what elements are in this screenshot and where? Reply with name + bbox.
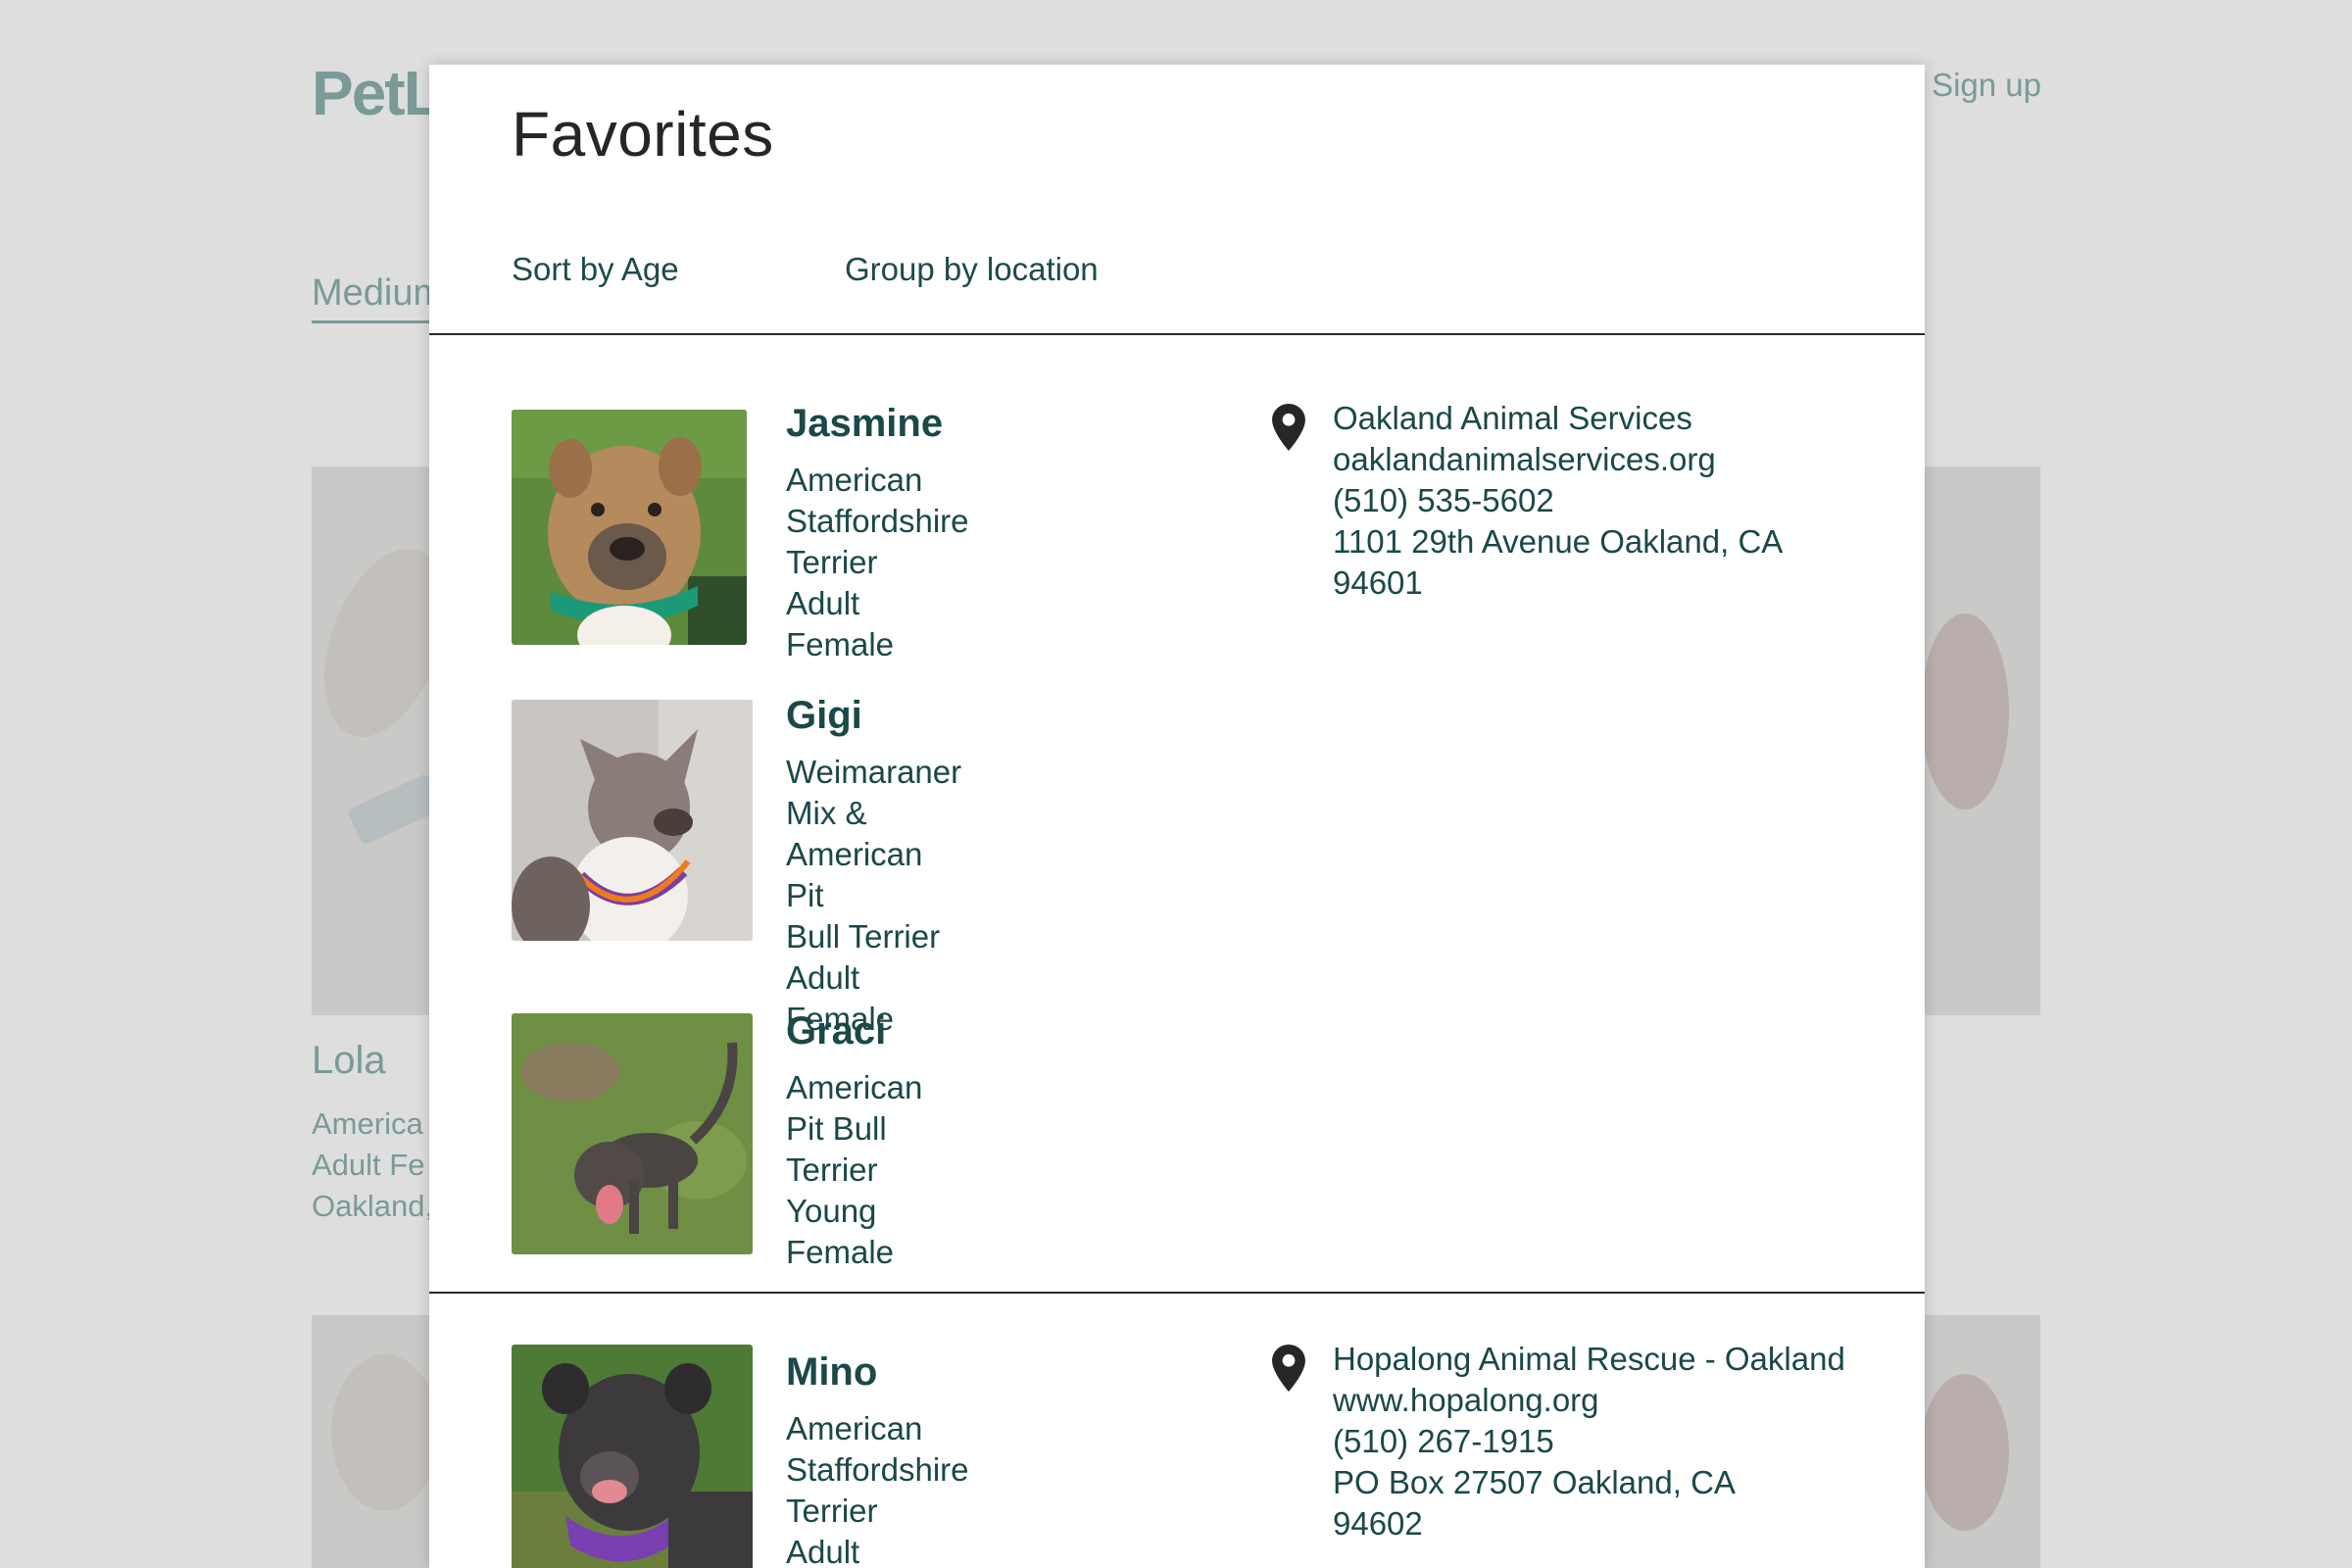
background-pet-photo bbox=[1921, 466, 2040, 1015]
pet-breed: American Pit Bull Terrier bbox=[786, 1069, 923, 1188]
pet-name-link[interactable]: Mino bbox=[786, 1350, 968, 1395]
pet-breed: American Staffordshire Terrier bbox=[786, 1410, 969, 1529]
background-pet-name: Lola bbox=[312, 1039, 386, 1082]
pet-details: Adult Female bbox=[786, 1534, 860, 1568]
pet-name-link[interactable]: Gigi bbox=[786, 694, 961, 738]
location-website-link[interactable]: www.hopalong.org bbox=[1333, 1380, 1882, 1421]
pet-photo[interactable] bbox=[512, 1013, 753, 1254]
background-pet-photo bbox=[312, 1315, 449, 1568]
group-by-location-button[interactable]: Group by location bbox=[845, 251, 1099, 288]
location-website-link[interactable]: oaklandanimalservices.org bbox=[1333, 439, 1882, 480]
divider bbox=[429, 1292, 1925, 1294]
background-pet-breed: America bbox=[312, 1106, 423, 1141]
location-phone: (510) 267-1915 bbox=[1333, 1423, 1554, 1459]
pet-photo[interactable] bbox=[512, 700, 753, 941]
location-zip: 94602 bbox=[1333, 1505, 1423, 1542]
pet-breed: American Staffordshire Terrier bbox=[786, 462, 969, 580]
location-address: PO Box 27507 Oakland, CA bbox=[1333, 1464, 1736, 1500]
divider bbox=[429, 333, 1925, 335]
pet-breed: Bull Terrier bbox=[786, 918, 941, 955]
signup-link[interactable]: Sign up bbox=[1932, 67, 2041, 104]
pet-photo[interactable] bbox=[512, 410, 747, 645]
site-logo: PetL bbox=[312, 58, 442, 128]
pet-details: Adult Female bbox=[786, 585, 895, 662]
pet-name-link[interactable]: Graci bbox=[786, 1009, 922, 1054]
background-pet-photo bbox=[312, 466, 449, 1015]
background-pet-details: Adult Fe bbox=[312, 1148, 425, 1182]
sort-by-age-button[interactable]: Sort by Age bbox=[512, 251, 679, 288]
background-pet-photo bbox=[1921, 1315, 2040, 1568]
pet-name-link[interactable]: Jasmine bbox=[786, 402, 968, 446]
modal-title: Favorites bbox=[512, 99, 774, 170]
favorites-modal: Favorites Sort by Age Group by location … bbox=[429, 65, 1925, 1568]
location-address: 1101 29th Avenue Oakland, CA bbox=[1333, 523, 1784, 560]
pet-breed: Weimaraner Mix & American Pit bbox=[786, 754, 962, 913]
location-name: Oakland Animal Services bbox=[1333, 400, 1692, 436]
location-name: Hopalong Animal Rescue - Oakland bbox=[1333, 1341, 1845, 1377]
pet-details: Young Female bbox=[786, 1193, 895, 1270]
background-pet-location: Oakland, bbox=[312, 1189, 434, 1223]
pet-photo[interactable] bbox=[512, 1345, 753, 1568]
map-pin-icon bbox=[1272, 404, 1305, 456]
map-pin-icon bbox=[1272, 1345, 1305, 1396]
location-zip: 94601 bbox=[1333, 564, 1423, 601]
location-phone: (510) 535-5602 bbox=[1333, 482, 1554, 518]
